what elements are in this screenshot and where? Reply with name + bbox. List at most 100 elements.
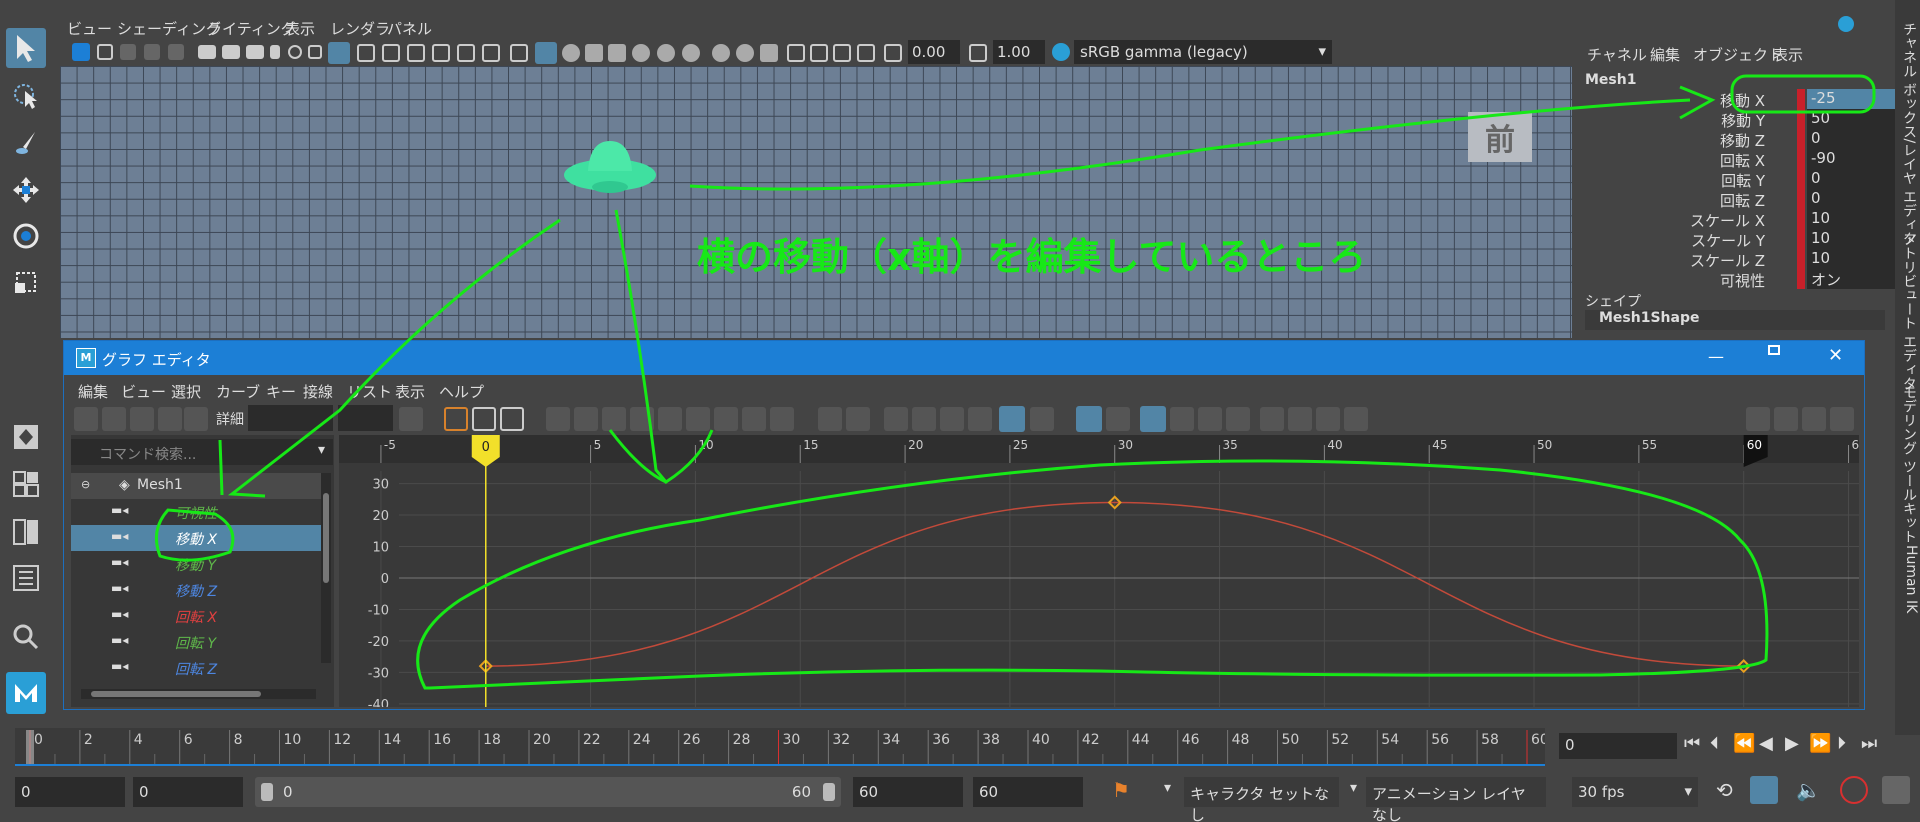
- auto-key-settings-icon[interactable]: [1750, 776, 1778, 804]
- outliner-attribute-row[interactable]: ▬◂ 移動 Z: [71, 577, 321, 603]
- bookmarks-icon[interactable]: [120, 44, 136, 60]
- cb-attribute-row[interactable]: 移動 Z 0: [1575, 129, 1895, 150]
- retime-tool-icon[interactable]: [184, 407, 208, 431]
- image-plane-icon[interactable]: [144, 44, 160, 60]
- menu-show[interactable]: 表示: [285, 18, 315, 39]
- cb-attribute-value[interactable]: 50: [1807, 109, 1895, 129]
- play-forward-icon[interactable]: ▶: [1785, 733, 1799, 754]
- cb-attribute-row[interactable]: 回転 Y 0: [1575, 169, 1895, 190]
- chevron-down-icon[interactable]: ▾: [1350, 780, 1357, 796]
- wireframe-icon[interactable]: [510, 44, 528, 62]
- plateau-tangent-icon[interactable]: [714, 407, 738, 431]
- depth-of-field-icon[interactable]: [736, 44, 754, 62]
- textured-icon[interactable]: [585, 44, 603, 62]
- scale-tool-icon[interactable]: [6, 262, 46, 302]
- dope-sheet-icon[interactable]: [1774, 407, 1798, 431]
- cb-attribute-value[interactable]: -90: [1807, 149, 1895, 169]
- two-d-pan-icon[interactable]: [168, 44, 184, 60]
- time-slider-svg[interactable]: 0 2 4 6 8 10 12 14 16 18 20 22 24 26 28 30 32 34 36 38 40 42 4…: [15, 728, 1549, 766]
- snap-icon[interactable]: [308, 45, 322, 59]
- single-view-layout-icon[interactable]: [6, 417, 46, 457]
- ge-menu-tangents[interactable]: 接線: [303, 381, 333, 402]
- outliner-scroll-thumb[interactable]: [323, 493, 329, 583]
- tab-human-ik[interactable]: Human IK: [1897, 545, 1919, 613]
- range-slider-end-handle[interactable]: [823, 783, 835, 801]
- cb-attribute-row[interactable]: 可視性 オン: [1575, 269, 1895, 290]
- time-editor-icon[interactable]: [1830, 407, 1854, 431]
- euler-filter-icon[interactable]: [1344, 407, 1368, 431]
- paint-select-tool-icon[interactable]: [6, 124, 46, 164]
- cb-attribute-row[interactable]: スケール Z 10: [1575, 249, 1895, 270]
- multisample-aa-icon[interactable]: [712, 44, 730, 62]
- xray-components-icon[interactable]: [833, 44, 851, 62]
- ge-menu-keys[interactable]: キー: [266, 381, 296, 402]
- menu-panels[interactable]: パネル: [387, 18, 432, 39]
- loop-icon[interactable]: ⟲: [1716, 778, 1733, 802]
- ge-menu-select[interactable]: 選択: [171, 381, 201, 402]
- sound-icon[interactable]: 🔈: [1796, 778, 1821, 802]
- outliner-hscrollbar[interactable]: [81, 689, 316, 699]
- stats-toggle-icon[interactable]: [399, 407, 423, 431]
- cb-shape-name[interactable]: Mesh1Shape: [1585, 310, 1885, 330]
- center-current-icon[interactable]: [500, 407, 524, 431]
- cb-attribute-value[interactable]: 10: [1807, 249, 1895, 269]
- film-gate-icon[interactable]: [382, 44, 400, 62]
- linear-tangent-icon[interactable]: [630, 407, 654, 431]
- lasso-tool-icon[interactable]: [6, 76, 46, 116]
- gamma-field[interactable]: 1.00: [993, 40, 1045, 64]
- cb-attribute-value[interactable]: 0: [1807, 129, 1895, 149]
- magnet-icon[interactable]: [1106, 407, 1130, 431]
- collapse-icon[interactable]: ⊖: [81, 478, 90, 491]
- gamma-icon[interactable]: [969, 44, 987, 62]
- outliner-attribute-row[interactable]: ▬◂ 回転 X: [71, 603, 321, 629]
- cb-attribute-row[interactable]: スケール Y 10: [1575, 229, 1895, 250]
- resolution-gate-icon[interactable]: [407, 44, 425, 62]
- menu-shading[interactable]: シェーディング: [117, 18, 221, 39]
- auto-tangent-icon[interactable]: [546, 407, 570, 431]
- auto-key-icon[interactable]: [1840, 776, 1868, 804]
- hypershade-icon[interactable]: [1838, 16, 1854, 32]
- cb-attribute-row[interactable]: スケール X 10: [1575, 209, 1895, 230]
- outliner-attribute-row[interactable]: ▬◂ 移動 X: [71, 525, 321, 551]
- buffer-curve-icon[interactable]: [742, 407, 766, 431]
- tab-modeling-toolkit[interactable]: モデリング ツールキット: [1897, 385, 1919, 543]
- next-key-icon[interactable]: ⏩: [1809, 733, 1831, 754]
- outliner-hscroll-thumb[interactable]: [91, 691, 261, 697]
- grid-toggle-icon[interactable]: [328, 42, 350, 64]
- scene-start-field[interactable]: 0: [15, 777, 125, 807]
- cb-attribute-row[interactable]: 回転 X -90: [1575, 149, 1895, 170]
- cb-object-name[interactable]: Mesh1: [1585, 72, 1636, 88]
- post-infinity-icon[interactable]: [968, 407, 992, 431]
- rotate-tool-icon[interactable]: [6, 216, 46, 256]
- frame-all-icon[interactable]: [444, 407, 468, 431]
- playback-start-field[interactable]: 0: [133, 777, 243, 807]
- swap-buffer-icon[interactable]: [770, 407, 794, 431]
- xray-joints-icon[interactable]: [810, 44, 828, 62]
- character-key-icon[interactable]: ⚑: [1112, 778, 1130, 802]
- stacked-view-icon[interactable]: [1170, 407, 1194, 431]
- exposure-field[interactable]: 0.00: [908, 40, 960, 64]
- move-view-icon[interactable]: [1746, 407, 1770, 431]
- fps-select[interactable]: 30 fps ▾: [1572, 777, 1698, 807]
- resample-icon[interactable]: [1288, 407, 1312, 431]
- anim-prefs-icon[interactable]: [1882, 776, 1910, 804]
- outliner-attribute-row[interactable]: ▬◂ 回転 Y: [71, 629, 321, 655]
- step-tangent-icon[interactable]: [686, 407, 710, 431]
- normalize-icon[interactable]: [999, 406, 1025, 432]
- scene-end-field[interactable]: 60: [973, 777, 1083, 807]
- tab-attribute-editor[interactable]: アトリビュート エディタ: [1897, 232, 1919, 390]
- insert-key-tool-icon[interactable]: [102, 407, 126, 431]
- bookmark-icon[interactable]: [270, 45, 280, 59]
- isolate-curve-icon[interactable]: [1226, 407, 1250, 431]
- stats-value-field[interactable]: [338, 405, 393, 431]
- two-view-layout-icon[interactable]: [6, 512, 46, 552]
- outliner-scrollbar[interactable]: [321, 473, 331, 663]
- viewport-front[interactable]: [60, 66, 1572, 338]
- command-search-field[interactable]: コマンド検索... ▾: [71, 439, 333, 465]
- clamped-tangent-icon[interactable]: [602, 407, 626, 431]
- frame-playback-icon[interactable]: [472, 407, 496, 431]
- range-slider-start-handle[interactable]: [261, 783, 273, 801]
- minimize-icon[interactable]: —: [1708, 347, 1724, 366]
- trax-editor-icon[interactable]: [1802, 407, 1826, 431]
- cb-attribute-row[interactable]: 移動 X -25: [1575, 89, 1895, 110]
